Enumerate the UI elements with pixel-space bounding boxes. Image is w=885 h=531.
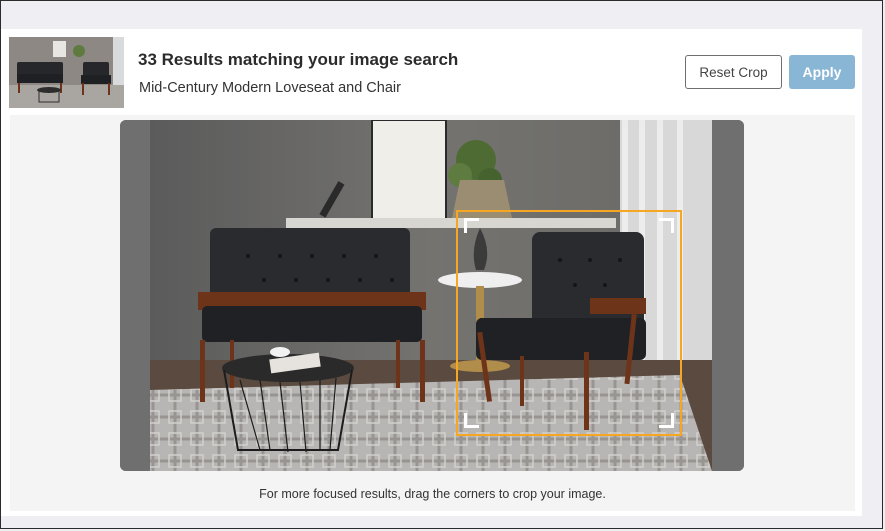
- crop-handle-bottom-right[interactable]: [659, 413, 674, 428]
- crop-hint-text: For more focused results, drag the corne…: [259, 487, 606, 501]
- query-image-thumbnail: [9, 37, 124, 108]
- crop-selection-box[interactable]: [456, 210, 682, 436]
- crop-handle-bottom-left[interactable]: [464, 413, 479, 428]
- crop-handle-top-right[interactable]: [659, 218, 674, 233]
- apply-button[interactable]: Apply: [789, 55, 855, 89]
- page-background: [0, 516, 883, 529]
- results-title: 33 Results matching your image search: [138, 50, 459, 69]
- reset-crop-button[interactable]: Reset Crop: [685, 55, 782, 89]
- crop-handle-top-left[interactable]: [464, 218, 479, 233]
- product-subtitle: Mid-Century Modern Loveseat and Chair: [139, 80, 401, 96]
